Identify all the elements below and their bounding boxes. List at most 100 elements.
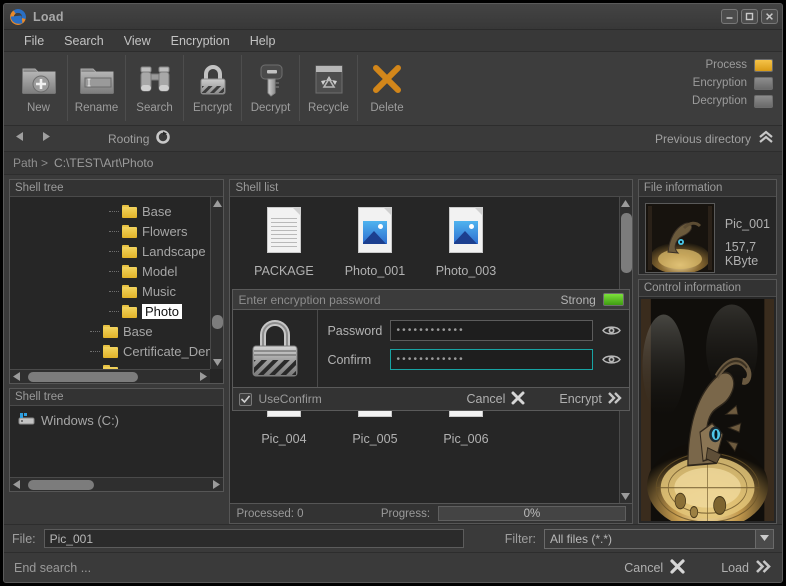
encrypt-button[interactable]: Encrypt <box>184 55 242 121</box>
scroll-thumb[interactable] <box>28 479 94 490</box>
tree-item-label: Landscape <box>142 243 206 259</box>
confirm-input[interactable]: •••••••••••• <box>390 349 593 370</box>
shell-tree-hscrollbar[interactable] <box>10 368 211 384</box>
scroll-up-icon[interactable] <box>620 197 632 210</box>
folder-icon <box>103 344 118 358</box>
load-button[interactable]: Load <box>721 559 772 577</box>
file-name-input[interactable]: Pic_001 <box>43 529 464 548</box>
scroll-left-icon[interactable] <box>10 368 23 384</box>
progress-group: Progress: 0% <box>381 506 626 521</box>
encryption-encrypt-button[interactable]: Encrypt <box>559 391 622 408</box>
shell-tree-vscrollbar[interactable] <box>210 197 224 369</box>
search-button[interactable]: Search <box>126 55 184 121</box>
menu-item-search[interactable]: Search <box>54 32 114 50</box>
shell-tree-2-hscrollbar[interactable] <box>10 476 224 492</box>
close-icon[interactable] <box>761 9 778 24</box>
scroll-down-icon[interactable] <box>620 490 632 503</box>
cancel-button[interactable]: Cancel <box>624 558 685 577</box>
scroll-up-icon[interactable] <box>211 197 223 210</box>
tree-item-label: Base <box>123 323 153 339</box>
list-item[interactable]: PACKAGE <box>238 203 329 285</box>
tree-item-model[interactable]: Model <box>10 261 223 281</box>
x-cross-icon <box>670 558 685 577</box>
app-swirl-icon <box>10 8 26 25</box>
filter-select[interactable]: All files (*.*) <box>544 528 774 549</box>
scroll-right-icon[interactable] <box>197 368 210 384</box>
arrow-left-icon[interactable] <box>12 130 27 148</box>
file-information-header: File information <box>638 180 776 197</box>
encryption-actions-bar: UseConfirm Cancel Encrypt <box>232 388 630 411</box>
refresh-circle-icon <box>156 130 171 147</box>
list-item-label: PACKAGE <box>254 264 314 278</box>
eye-icon[interactable] <box>601 324 623 337</box>
chevron-down-icon[interactable] <box>755 529 773 548</box>
tree-item-base-2[interactable]: Base <box>10 321 223 341</box>
menu-item-encryption[interactable]: Encryption <box>161 32 240 50</box>
menu-item-file[interactable]: File <box>14 32 54 50</box>
rooting-button[interactable]: Rooting <box>108 130 171 147</box>
tree-item-landscape[interactable]: Landscape <box>10 241 223 261</box>
middle-column: Shell list PACKAGE Photo_001 Photo_003 P… <box>229 179 633 524</box>
tree-connector <box>108 221 122 241</box>
use-confirm-checkbox[interactable]: UseConfirm <box>239 392 322 406</box>
path-value[interactable]: C:\TEST\Art\Photo <box>54 156 153 170</box>
shell-tree-2-body: Windows (C:) <box>10 406 224 492</box>
list-item[interactable]: Photo_001 <box>329 203 420 285</box>
encryption-password-dialog: Enter encryption password Strong Passwor… <box>232 289 630 411</box>
tree-item-base-1[interactable]: Base <box>10 201 223 221</box>
list-status-bar: Processed: 0 Progress: 0% <box>229 504 633 524</box>
scroll-thumb[interactable] <box>620 213 632 273</box>
eye-icon[interactable] <box>601 353 623 366</box>
maximize-icon[interactable] <box>741 9 758 24</box>
key-icon <box>251 59 291 99</box>
drive-icon <box>18 412 35 429</box>
file-size: 157,7 KByte <box>724 240 759 268</box>
steampunk-dragon-preview <box>640 299 774 521</box>
tree-connector <box>108 281 122 301</box>
tree-item-music[interactable]: Music <box>10 281 223 301</box>
tree-connector <box>108 301 122 321</box>
scroll-thumb[interactable] <box>28 371 138 382</box>
tree-item-windows-c[interactable]: Windows (C:) <box>10 410 223 430</box>
password-input[interactable]: •••••••••••• <box>390 320 593 341</box>
tree-item-flowers[interactable]: Flowers <box>10 221 223 241</box>
status-encryption-led <box>754 76 773 90</box>
delete-button-label: Delete <box>370 102 404 114</box>
rename-button[interactable]: Rename <box>68 55 126 121</box>
status-decryption-led <box>754 94 773 108</box>
scroll-down-icon[interactable] <box>211 356 223 369</box>
recycle-button[interactable]: Recycle <box>300 55 358 121</box>
scroll-thumb[interactable] <box>212 315 224 329</box>
tree-item-photo[interactable]: Photo <box>10 301 223 321</box>
new-button[interactable]: New <box>10 55 68 121</box>
tree-item-certificate-demo[interactable]: Certificate_Demo <box>10 341 223 361</box>
file-field-label: File: <box>12 531 36 546</box>
recycle-bin-icon <box>309 59 349 99</box>
encryption-cancel-button[interactable]: Cancel <box>467 391 526 408</box>
arrow-right-icon[interactable] <box>39 130 54 148</box>
rooting-label: Rooting <box>108 131 150 146</box>
password-strength-led <box>602 293 624 306</box>
window-title: Load <box>33 9 64 24</box>
decrypt-button[interactable]: Decrypt <box>242 55 300 121</box>
confirm-row: Confirm •••••••••••• <box>327 345 622 374</box>
scroll-right-icon[interactable] <box>210 476 223 492</box>
previous-directory-button[interactable]: Previous directory <box>655 130 774 147</box>
minimize-icon[interactable] <box>721 9 738 24</box>
menu-item-help[interactable]: Help <box>240 32 286 50</box>
folder-add-icon <box>19 59 59 99</box>
menu-item-view[interactable]: View <box>114 32 161 50</box>
tree-connector <box>89 341 103 361</box>
password-strength-label: Strong <box>560 292 596 307</box>
control-information-header: Control information <box>638 280 776 297</box>
scroll-left-icon[interactable] <box>10 476 23 492</box>
delete-button[interactable]: Delete <box>358 55 416 121</box>
list-item[interactable]: Photo_003 <box>420 203 511 285</box>
tree-item-label-selected: Photo <box>142 303 182 319</box>
encryption-encrypt-label: Encrypt <box>559 392 602 406</box>
double-chevron-up-icon <box>758 130 774 147</box>
status-process-label: Process <box>705 59 747 71</box>
file-bar: File: Pic_001 Filter: All files (*.*) <box>4 524 782 552</box>
password-label: Password <box>327 323 383 338</box>
folder-icon <box>122 264 137 278</box>
